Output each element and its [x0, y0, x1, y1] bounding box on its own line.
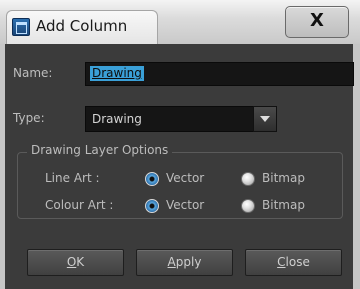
line-art-bitmap-label: Bitmap — [262, 171, 305, 185]
type-label: Type: — [13, 111, 45, 125]
type-select[interactable]: Drawing — [85, 106, 277, 132]
line-art-vector-radio[interactable] — [145, 172, 159, 186]
line-art-label: Line Art : — [45, 171, 100, 185]
add-column-dialog: Add Column X Name: Drawing Type: Drawing… — [0, 0, 360, 289]
type-select-value: Drawing — [92, 112, 142, 126]
colour-art-label: Colour Art : — [45, 198, 114, 212]
close-button[interactable]: Close — [245, 249, 342, 276]
line-art-vector-label: Vector — [166, 171, 205, 185]
colour-art-vector-radio[interactable] — [145, 199, 159, 213]
app-icon — [12, 18, 30, 36]
close-mnemonic: C — [277, 255, 286, 269]
ok-button[interactable]: OK — [27, 249, 124, 276]
line-art-bitmap-radio[interactable] — [241, 172, 255, 186]
close-icon: X — [310, 10, 324, 31]
colour-art-vector-label: Vector — [166, 198, 205, 212]
name-input[interactable]: Drawing — [85, 62, 354, 86]
ok-mnemonic: O — [66, 255, 77, 269]
apply-mnemonic: A — [167, 255, 176, 269]
close-label-rest: lose — [285, 255, 310, 269]
window-frame-right — [353, 44, 360, 289]
close-window-button[interactable]: X — [285, 6, 349, 38]
title-bar: Add Column X — [0, 0, 360, 45]
dialog-body: Name: Drawing Type: Drawing Drawing Laye… — [5, 44, 354, 289]
apply-button[interactable]: Apply — [136, 249, 233, 276]
name-label: Name: — [13, 66, 53, 80]
name-input-value: Drawing — [90, 66, 144, 81]
ok-label-rest: K — [76, 255, 85, 269]
colour-art-bitmap-label: Bitmap — [262, 198, 305, 212]
colour-art-bitmap-radio[interactable] — [241, 199, 255, 213]
group-title: Drawing Layer Options — [27, 143, 173, 157]
chevron-down-icon[interactable] — [253, 106, 277, 132]
window-title: Add Column — [36, 17, 128, 35]
apply-label-rest: pply — [175, 255, 202, 269]
